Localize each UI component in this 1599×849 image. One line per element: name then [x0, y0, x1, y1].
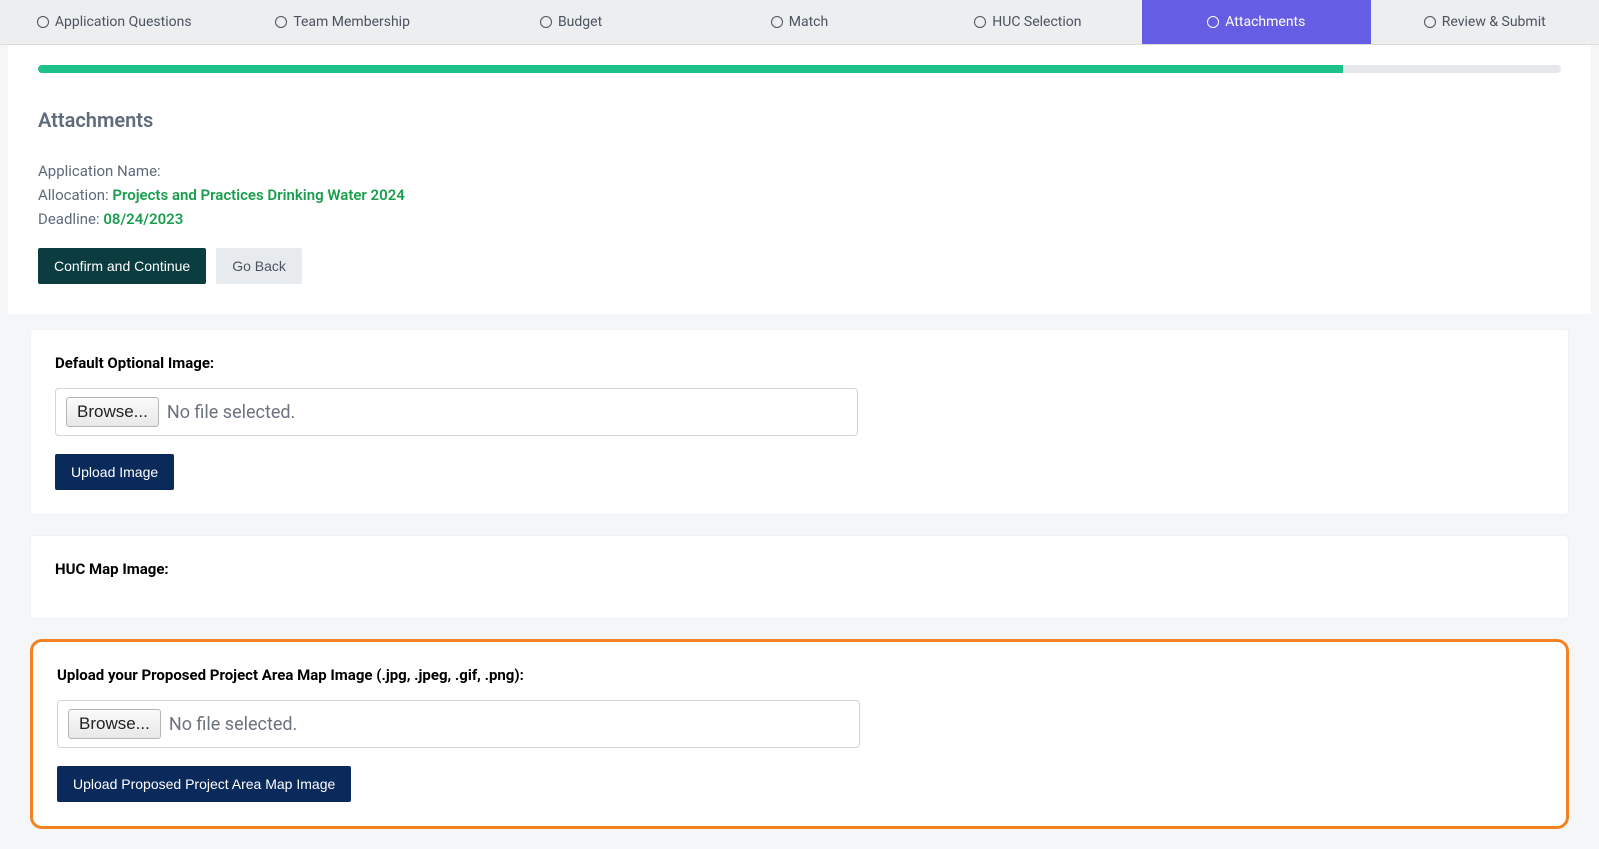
tab-label: HUC Selection: [992, 14, 1081, 30]
upload-project-map-button[interactable]: Upload Proposed Project Area Map Image: [57, 766, 351, 802]
default-image-card: Default Optional Image: Browse... No fil…: [30, 329, 1569, 515]
progress-bar: [38, 65, 1561, 73]
deadline-row: Deadline: 08/24/2023: [38, 210, 1561, 228]
radio-icon: [1207, 16, 1219, 28]
tab-label: Review & Submit: [1442, 14, 1546, 30]
browse-button[interactable]: Browse...: [68, 709, 161, 739]
radio-icon: [974, 16, 986, 28]
radio-icon: [275, 16, 287, 28]
action-buttons: Confirm and Continue Go Back: [38, 248, 1561, 284]
deadline-label: Deadline:: [38, 210, 100, 228]
radio-icon: [771, 16, 783, 28]
confirm-continue-button[interactable]: Confirm and Continue: [38, 248, 206, 284]
file-status-text: No file selected.: [167, 402, 295, 423]
tab-review-submit[interactable]: Review & Submit: [1371, 0, 1599, 44]
progress-fill: [38, 65, 1343, 73]
tab-huc-selection[interactable]: HUC Selection: [914, 0, 1142, 44]
tab-label: Application Questions: [55, 14, 192, 30]
radio-icon: [540, 16, 552, 28]
radio-icon: [1424, 16, 1436, 28]
app-name-label: Application Name:: [38, 162, 161, 180]
project-map-label: Upload your Proposed Project Area Map Im…: [57, 666, 1542, 684]
browse-button[interactable]: Browse...: [66, 397, 159, 427]
tab-application-questions[interactable]: Application Questions: [0, 0, 228, 44]
project-area-map-card: Upload your Proposed Project Area Map Im…: [30, 639, 1569, 829]
tab-attachments[interactable]: Attachments: [1142, 0, 1370, 44]
huc-map-label: HUC Map Image:: [55, 560, 1544, 578]
upload-image-button[interactable]: Upload Image: [55, 454, 174, 490]
tab-team-membership[interactable]: Team Membership: [228, 0, 456, 44]
allocation-value: Projects and Practices Drinking Water 20…: [112, 186, 404, 204]
step-tabs: Application Questions Team Membership Bu…: [0, 0, 1599, 45]
main-content: Attachments Application Name: Allocation…: [8, 45, 1591, 314]
tab-match[interactable]: Match: [685, 0, 913, 44]
default-image-file-input[interactable]: Browse... No file selected.: [55, 388, 858, 436]
tab-label: Team Membership: [293, 14, 410, 30]
page-title: Attachments: [38, 108, 1561, 132]
tab-budget[interactable]: Budget: [457, 0, 685, 44]
tab-label: Budget: [558, 14, 602, 30]
tab-label: Attachments: [1225, 14, 1305, 30]
huc-map-card: HUC Map Image:: [30, 535, 1569, 619]
deadline-value: 08/24/2023: [103, 210, 183, 228]
file-status-text: No file selected.: [169, 714, 297, 735]
allocation-label: Allocation:: [38, 186, 109, 204]
application-name-row: Application Name:: [38, 162, 1561, 180]
go-back-button[interactable]: Go Back: [216, 248, 302, 284]
project-map-file-input[interactable]: Browse... No file selected.: [57, 700, 860, 748]
radio-icon: [37, 16, 49, 28]
default-image-label: Default Optional Image:: [55, 354, 1544, 372]
allocation-row: Allocation: Projects and Practices Drink…: [38, 186, 1561, 204]
tab-label: Match: [789, 14, 828, 30]
